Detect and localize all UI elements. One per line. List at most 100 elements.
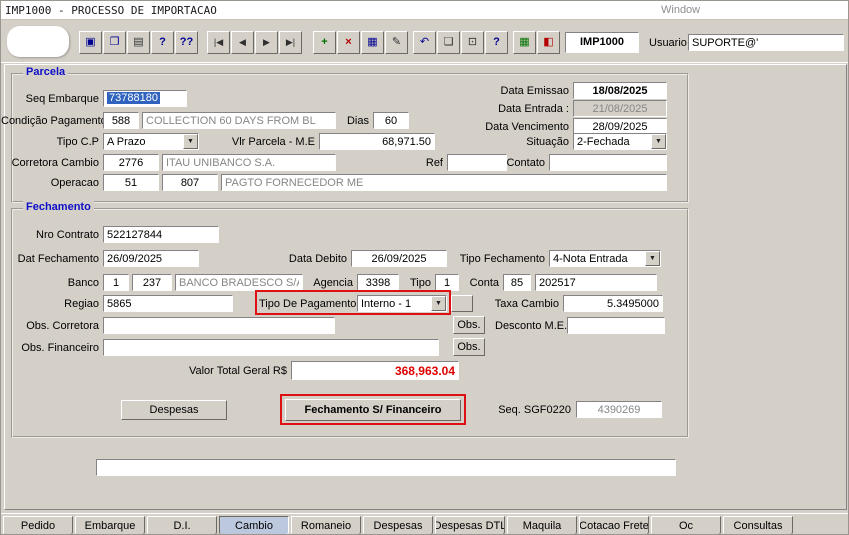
conta-label: Conta xyxy=(461,277,499,289)
last-record-button[interactable]: ▶| xyxy=(279,31,302,54)
situacao-value: 2-Fechada xyxy=(577,136,650,148)
data-emissao-field[interactable] xyxy=(573,82,667,99)
regiao-field[interactable] xyxy=(103,295,233,312)
window-title: IMP1000 - PROCESSO DE IMPORTACAO xyxy=(5,4,217,17)
tab-oc[interactable]: Oc xyxy=(651,516,721,535)
tab-cotacao-frete[interactable]: Cotacao Frete xyxy=(579,516,649,535)
print-icon: ▤ xyxy=(133,37,143,48)
despesas-button[interactable]: Despesas xyxy=(121,400,227,420)
tipo-field[interactable] xyxy=(435,274,459,291)
fechamento-sf-button[interactable]: Fechamento S/ Financeiro xyxy=(285,399,461,421)
ref-field[interactable] xyxy=(447,154,507,171)
last-record-icon: ▶| xyxy=(286,38,295,47)
tab-di[interactable]: D.I. xyxy=(147,516,217,535)
help-button[interactable]: ? xyxy=(485,31,508,54)
delete-row-button[interactable]: × xyxy=(337,31,360,54)
data-debito-field[interactable] xyxy=(351,250,447,267)
status-field[interactable] xyxy=(96,459,676,476)
vlr-parcela-field[interactable] xyxy=(319,133,435,150)
prior-record-button[interactable]: ◀ xyxy=(231,31,254,54)
app-window: IMP1000 - PROCESSO DE IMPORTACAO Window … xyxy=(0,0,849,535)
data-entrada-field xyxy=(573,100,667,117)
tab-maquila[interactable]: Maquila xyxy=(507,516,577,535)
usuario-label: Usuario xyxy=(649,37,689,49)
taxa-cambio-field[interactable] xyxy=(563,295,663,312)
situacao-label: Situação xyxy=(489,136,569,148)
banco-code1-field[interactable] xyxy=(103,274,129,291)
spreadsheet-icon: ▦ xyxy=(519,37,529,48)
tipo-fechamento-combo[interactable]: 4-Nota Entrada ▼ xyxy=(549,250,661,267)
app-logo xyxy=(7,26,69,57)
undo-button[interactable]: ↶ xyxy=(413,31,436,54)
operacao-code2-field[interactable] xyxy=(162,174,218,191)
seq-sgf-field xyxy=(576,401,662,418)
dat-fechamento-label: Dat Fechamento xyxy=(7,253,99,265)
tipo-pagamento-aux-button[interactable] xyxy=(451,295,473,312)
operacao-label: Operacao xyxy=(7,177,99,189)
exit-button[interactable]: ◧ xyxy=(537,31,560,54)
nro-contrato-field[interactable] xyxy=(103,226,219,243)
obs-financeiro-field[interactable] xyxy=(103,339,439,356)
data-vencimento-label: Data Vencimento xyxy=(481,121,569,133)
insert-row-button[interactable]: + xyxy=(313,31,336,54)
tab-despesas-dtl[interactable]: Despesas DTL xyxy=(435,516,505,535)
tab-cambio[interactable]: Cambio xyxy=(219,516,289,535)
help-pointer-button[interactable]: ? xyxy=(151,31,174,54)
corretora-cambio-label: Corretora Cambio xyxy=(7,157,99,169)
agencia-label: Agencia xyxy=(305,277,353,289)
tipo-cp-combo[interactable]: A Prazo ▼ xyxy=(103,133,199,150)
contato-field[interactable] xyxy=(549,154,667,171)
paste-button[interactable]: ❏ xyxy=(437,31,460,54)
dat-fechamento-field[interactable] xyxy=(103,250,199,267)
delete-x-icon: × xyxy=(345,37,351,48)
regiao-label: Regiao xyxy=(7,298,99,310)
banco-code2-field[interactable] xyxy=(132,274,172,291)
cascade-windows-button[interactable]: ❐ xyxy=(103,31,126,54)
parcela-group-label: Parcela xyxy=(23,66,68,78)
agencia-field[interactable] xyxy=(357,274,399,291)
chevron-down-icon[interactable]: ▼ xyxy=(645,251,660,266)
tipo-pagamento-combo[interactable]: Interno - 1 ▼ xyxy=(357,295,447,312)
dias-field[interactable] xyxy=(373,112,409,129)
desconto-me-field[interactable] xyxy=(567,317,665,334)
edit-button[interactable]: ✎ xyxy=(385,31,408,54)
tipo-fechamento-label: Tipo Fechamento xyxy=(459,253,545,265)
condicao-pagamento-code-field[interactable] xyxy=(103,112,139,129)
help-topics-button[interactable]: ?? xyxy=(175,31,198,54)
clipboard-icon: ❏ xyxy=(444,37,454,48)
tab-despesas[interactable]: Despesas xyxy=(363,516,433,535)
tab-embarque[interactable]: Embarque xyxy=(75,516,145,535)
chevron-down-icon[interactable]: ▼ xyxy=(183,134,198,149)
tab-romaneio[interactable]: Romaneio xyxy=(291,516,361,535)
retrieve-button[interactable]: ▦ xyxy=(361,31,384,54)
program-code-field[interactable]: IMP1000 xyxy=(565,32,639,53)
first-record-button[interactable]: |◀ xyxy=(207,31,230,54)
exit-icon: ◧ xyxy=(543,37,553,48)
chevron-down-icon[interactable]: ▼ xyxy=(651,134,666,149)
tab-consultas[interactable]: Consultas xyxy=(723,516,793,535)
corretora-cambio-code-field[interactable] xyxy=(103,154,159,171)
usuario-field[interactable] xyxy=(688,34,844,51)
obs-corretora-button[interactable]: Obs. xyxy=(453,316,485,334)
obs-financeiro-button[interactable]: Obs. xyxy=(453,338,485,356)
window-list-button[interactable]: ⊡ xyxy=(461,31,484,54)
chevron-down-icon[interactable]: ▼ xyxy=(431,296,446,311)
operacao-code1-field[interactable] xyxy=(103,174,159,191)
contato-label: Contato xyxy=(505,157,545,169)
condicao-pagamento-desc-field xyxy=(142,112,336,129)
obs-corretora-field[interactable] xyxy=(103,317,335,334)
sheet-button[interactable]: ▦ xyxy=(513,31,536,54)
save-button[interactable]: ▣ xyxy=(79,31,102,54)
menu-window[interactable]: Window xyxy=(661,4,700,16)
banco-desc-field xyxy=(175,274,303,291)
conta-num-field[interactable] xyxy=(535,274,657,291)
seq-embarque-field[interactable]: 73788180 xyxy=(103,90,187,107)
tab-pedido[interactable]: Pedido xyxy=(3,516,73,535)
nro-contrato-label: Nro Contrato xyxy=(7,229,99,241)
taxa-cambio-label: Taxa Cambio xyxy=(493,298,559,310)
retrieve-grid-icon: ▦ xyxy=(367,37,377,48)
print-button[interactable]: ▤ xyxy=(127,31,150,54)
situacao-combo[interactable]: 2-Fechada ▼ xyxy=(573,133,667,150)
conta-code-field[interactable] xyxy=(503,274,531,291)
next-record-button[interactable]: ▶ xyxy=(255,31,278,54)
